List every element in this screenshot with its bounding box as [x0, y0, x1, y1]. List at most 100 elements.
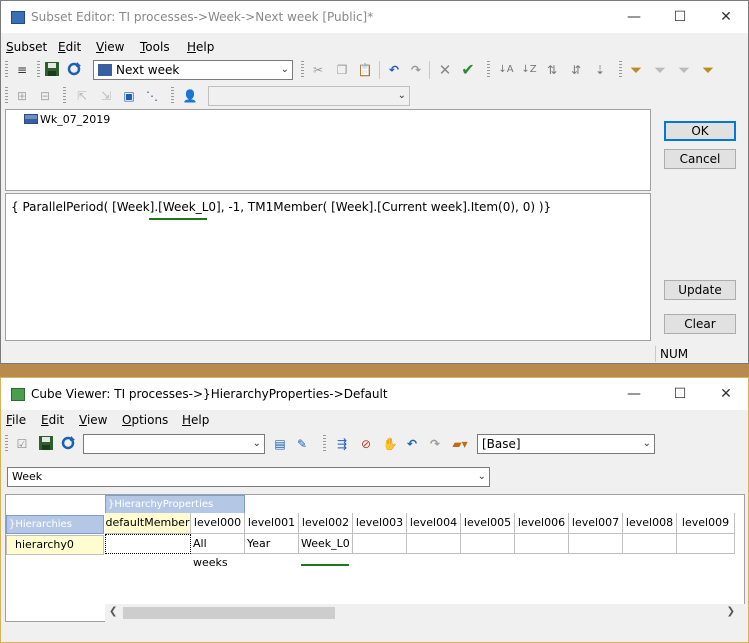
- toolbar-grip[interactable]: [5, 87, 8, 105]
- export-button[interactable]: ⇶: [333, 435, 351, 453]
- drill-down-button[interactable]: ⇲: [97, 87, 115, 105]
- subset-editor-titlebar[interactable]: Subset Editor: TI processes->Week->Next …: [1, 1, 748, 33]
- undo-button[interactable]: ↶: [385, 61, 403, 79]
- minimize-button[interactable]: —: [611, 1, 657, 33]
- edit-view-button[interactable]: ✎: [293, 435, 311, 453]
- chevron-down-icon[interactable]: ⌄: [281, 61, 289, 79]
- menu-help[interactable]: Help: [182, 413, 209, 427]
- column-header-level009[interactable]: level009: [677, 513, 735, 534]
- save-view-button[interactable]: ▤: [271, 435, 289, 453]
- toolbar-grip[interactable]: [301, 61, 304, 79]
- sort-levels-button[interactable]: ⇵: [567, 61, 585, 79]
- undo-button[interactable]: ↶: [403, 435, 421, 453]
- expand-button[interactable]: ⊞: [13, 87, 31, 105]
- sort-hier-button[interactable]: ⇅: [543, 61, 561, 79]
- copy-button[interactable]: ❐: [333, 61, 351, 79]
- cell-level003[interactable]: [353, 534, 407, 554]
- menu-file[interactable]: File: [6, 413, 26, 427]
- alias-button[interactable]: 👤: [181, 87, 199, 105]
- row-header-hierarchy0[interactable]: hierarchy0: [6, 535, 104, 555]
- maximize-button[interactable]: ☐: [657, 1, 703, 33]
- menu-edit[interactable]: Edit: [41, 413, 64, 427]
- column-header-level001[interactable]: level001: [245, 513, 299, 534]
- view-combo[interactable]: ⌄: [83, 434, 265, 454]
- close-button[interactable]: ✕: [703, 1, 749, 33]
- clear-button[interactable]: Clear: [664, 314, 736, 334]
- update-button[interactable]: Update: [664, 280, 736, 300]
- sort-index-button[interactable]: ⇣: [591, 61, 609, 79]
- chevron-down-icon[interactable]: ⌄: [253, 435, 261, 453]
- chevron-down-icon[interactable]: ⌄: [643, 435, 651, 453]
- filter-attr-button[interactable]: ⏷: [651, 61, 669, 79]
- filter-wildcard-button[interactable]: ⏷: [699, 61, 717, 79]
- cut-button[interactable]: ✂: [309, 61, 327, 79]
- toolbar-grip[interactable]: [37, 61, 40, 79]
- base-combo[interactable]: [Base] ⌄: [477, 434, 655, 454]
- subset-list-icon[interactable]: ≡: [13, 61, 31, 79]
- toolbar-grip[interactable]: [5, 435, 8, 453]
- column-header-level002[interactable]: level002: [299, 513, 353, 534]
- column-header-level007[interactable]: level007: [569, 513, 623, 534]
- cell-level002[interactable]: Week_L0: [299, 534, 353, 554]
- cell-level000[interactable]: All weeks: [191, 534, 245, 569]
- toolbar-grip[interactable]: [5, 61, 8, 79]
- ok-button[interactable]: OK: [664, 121, 736, 141]
- scrollbar-thumb[interactable]: [123, 607, 335, 619]
- maximize-button[interactable]: ☐: [657, 378, 703, 410]
- column-header-defaultmember[interactable]: defaultMember: [105, 513, 191, 534]
- zero-suppress-button[interactable]: ⊘: [357, 435, 375, 453]
- toolbar-grip[interactable]: [619, 61, 622, 79]
- collapse-button[interactable]: ⊟: [36, 87, 54, 105]
- subset-combo[interactable]: Next week ⌄: [93, 60, 293, 80]
- menu-help[interactable]: Help: [187, 40, 214, 54]
- cell-level001[interactable]: Year: [245, 534, 299, 554]
- column-dimension-header[interactable]: }HierarchyProperties: [105, 495, 245, 514]
- save-button[interactable]: [37, 435, 55, 453]
- minimize-button[interactable]: —: [611, 378, 657, 410]
- menu-view[interactable]: View: [96, 40, 124, 54]
- row-dimension-header[interactable]: }Hierarchies: [6, 515, 104, 534]
- cancel-button[interactable]: Cancel: [664, 149, 736, 169]
- horizontal-scrollbar[interactable]: ❮ ❯: [105, 604, 745, 622]
- column-header-level004[interactable]: level004: [407, 513, 461, 534]
- dimension-combo[interactable]: Week ⌄: [7, 467, 490, 487]
- paste-button[interactable]: 📋: [356, 61, 374, 79]
- tools-dropdown-button[interactable]: ▰▾: [451, 435, 469, 453]
- chevron-down-icon[interactable]: ⌄: [398, 87, 406, 105]
- apply-button[interactable]: ✔: [459, 61, 477, 79]
- member-item[interactable]: Wk_07_2019: [24, 113, 110, 126]
- cell-level006[interactable]: [515, 534, 569, 554]
- cell-level005[interactable]: [461, 534, 515, 554]
- cube-viewer-titlebar[interactable]: Cube Viewer: TI processes->}HierarchyPro…: [1, 378, 748, 410]
- keep-button[interactable]: ▣: [120, 87, 138, 105]
- toolbar-grip[interactable]: [63, 87, 66, 105]
- redo-button[interactable]: ↷: [407, 61, 425, 79]
- column-header-level000[interactable]: level000: [191, 513, 245, 534]
- cell-level009[interactable]: [677, 534, 735, 554]
- alias-combo[interactable]: ⌄: [208, 86, 410, 106]
- sort-desc-button[interactable]: ↓Z: [520, 61, 538, 79]
- filter-button[interactable]: ⏷: [627, 61, 645, 79]
- menu-tools[interactable]: Tools: [140, 40, 170, 54]
- refresh-button[interactable]: [65, 61, 83, 79]
- toolbar-grip[interactable]: [487, 61, 490, 79]
- cell-level007[interactable]: [569, 534, 623, 554]
- refresh-button[interactable]: [59, 435, 77, 453]
- column-header-level003[interactable]: level003: [353, 513, 407, 534]
- recalc-button[interactable]: ☑: [13, 435, 31, 453]
- column-header-level006[interactable]: level006: [515, 513, 569, 534]
- toolbar-grip[interactable]: [323, 435, 326, 453]
- drill-up-button[interactable]: ⇱: [73, 87, 91, 105]
- menu-options[interactable]: Options: [122, 413, 168, 427]
- cell-level004[interactable]: [407, 534, 461, 554]
- column-header-level005[interactable]: level005: [461, 513, 515, 534]
- column-header-level008[interactable]: level008: [623, 513, 677, 534]
- menu-view[interactable]: View: [79, 413, 107, 427]
- close-button[interactable]: ✕: [703, 378, 749, 410]
- expression-editor[interactable]: { ParallelPeriod( [Week].[Week_L0], -1, …: [5, 193, 651, 341]
- cell-level008[interactable]: [623, 534, 677, 554]
- filter-level-button[interactable]: ⏷: [675, 61, 693, 79]
- member-list[interactable]: Wk_07_2019: [5, 109, 651, 191]
- menu-edit[interactable]: Edit: [58, 40, 81, 54]
- sandbox-button[interactable]: ✋: [381, 435, 399, 453]
